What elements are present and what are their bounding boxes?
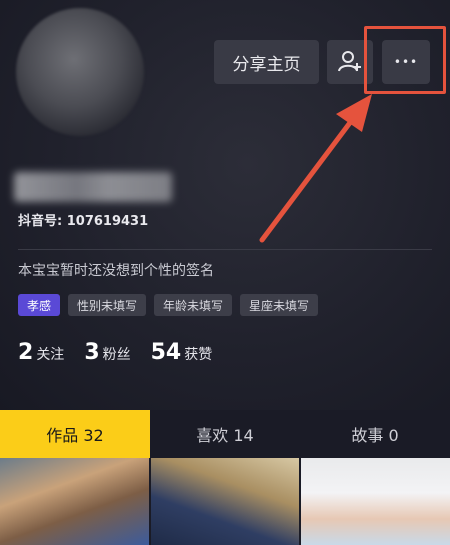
signature: 本宝宝暂时还没想到个性的签名 [18,263,214,279]
tab-works[interactable]: 作品 32 [0,410,150,458]
profile-stats: 2 关注 3 粉丝 54 获赞 [18,340,212,365]
video-thumbnail[interactable] [0,458,149,545]
stat-following[interactable]: 2 关注 [18,340,64,365]
likes-label: 获赞 [184,347,213,363]
share-profile-button[interactable]: 分享主页 [214,40,319,84]
likes-count: 54 [150,340,182,365]
share-profile-label: 分享主页 [232,54,301,75]
tag-gender[interactable]: 性别未填写 [68,294,147,316]
douyin-id: 抖音号: 107619431 [18,214,149,229]
content-tabs: 作品 32 喜欢 14 故事 0 [0,410,450,458]
following-label: 关注 [36,347,65,363]
tag-zodiac[interactable]: 星座未填写 [240,294,319,316]
highlight-box [364,26,446,94]
works-grid [0,458,450,545]
tag-age[interactable]: 年龄未填写 [154,294,233,316]
stat-likes[interactable]: 54 获赞 [151,340,213,365]
username-blurred [14,172,172,202]
profile-tags: 孝感 性别未填写 年龄未填写 星座未填写 [18,294,319,316]
fans-count: 3 [84,340,100,365]
tab-likes[interactable]: 喜欢 14 [150,410,300,458]
divider [18,249,432,250]
tab-stories[interactable]: 故事 0 [300,410,450,458]
avatar[interactable] [16,8,144,136]
following-count: 2 [18,340,34,365]
fans-label: 粉丝 [102,347,131,363]
add-user-icon [338,51,361,72]
stat-fans[interactable]: 3 粉丝 [84,340,130,365]
video-thumbnail[interactable] [301,458,450,545]
tag-location[interactable]: 孝感 [18,294,61,316]
video-thumbnail[interactable] [150,458,300,545]
